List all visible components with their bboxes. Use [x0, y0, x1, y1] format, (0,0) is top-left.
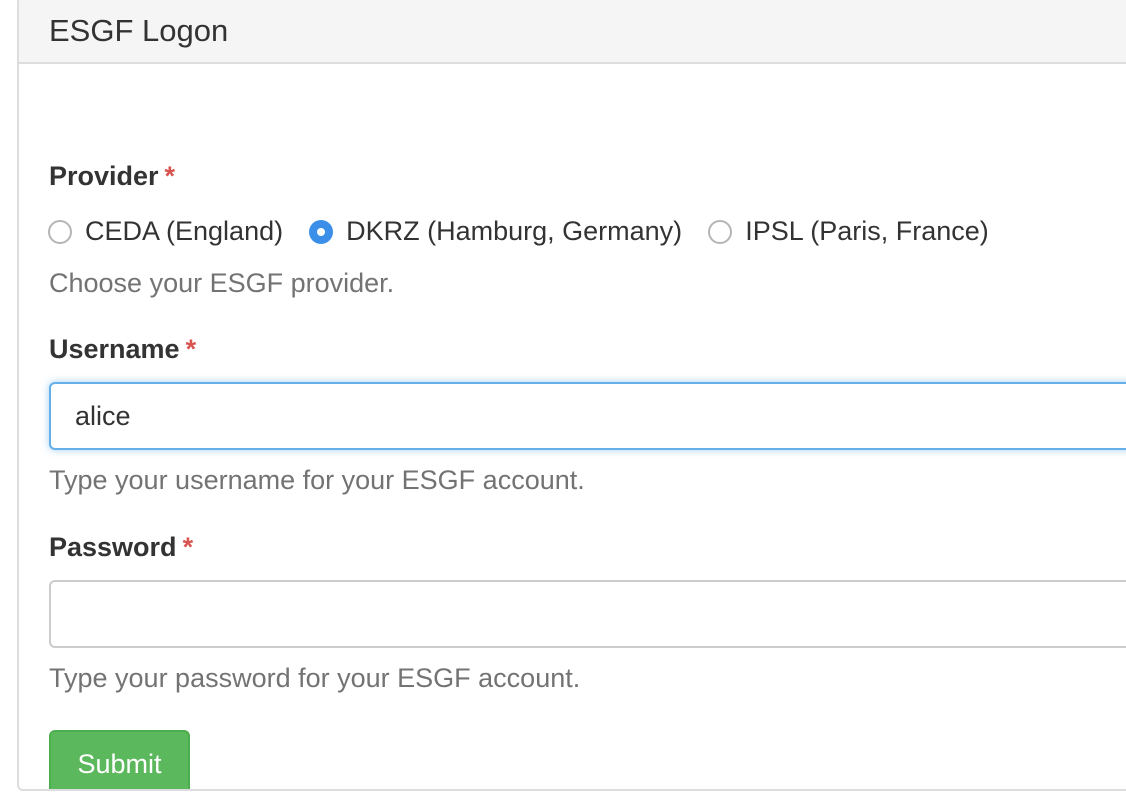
submit-button[interactable]: Submit — [49, 730, 190, 789]
provider-label-text: Provider — [49, 161, 159, 191]
page-title: ESGF Logon — [49, 13, 229, 48]
provider-label: Provider * — [49, 161, 175, 192]
logon-panel: ESGF Logon Provider * CEDA (England) DKRZ… — [17, 0, 1126, 791]
provider-option-dkrz[interactable]: DKRZ (Hamburg, Germany) — [309, 216, 682, 247]
password-label-text: Password — [49, 532, 177, 562]
radio-button-ceda[interactable] — [48, 219, 72, 244]
password-label: Password * — [49, 532, 193, 563]
provider-option-ipsl[interactable]: IPSL (Paris, France) — [708, 216, 989, 247]
username-label-text: Username — [49, 334, 180, 364]
provider-option-ceda[interactable]: CEDA (England) — [48, 216, 283, 247]
password-required-mark: * — [182, 532, 194, 562]
radio-button-dkrz[interactable] — [309, 219, 334, 244]
password-help-text: Type your password for your ESGF account… — [49, 663, 581, 693]
provider-required-mark: * — [164, 161, 176, 191]
username-required-mark: * — [185, 334, 197, 364]
username-label: Username * — [49, 334, 196, 365]
panel-heading: ESGF Logon — [19, 0, 1126, 64]
password-input[interactable] — [49, 580, 1126, 648]
provider-radio-group: CEDA (England) DKRZ (Hamburg, Germany) I… — [48, 216, 1015, 247]
provider-help-text: Choose your ESGF provider. — [49, 268, 395, 298]
provider-option-ipsl-label: IPSL (Paris, France) — [745, 216, 989, 246]
username-input[interactable] — [49, 382, 1126, 450]
username-help-text: Type your username for your ESGF account… — [49, 465, 585, 495]
radio-button-ipsl[interactable] — [708, 219, 733, 244]
provider-option-dkrz-label: DKRZ (Hamburg, Germany) — [346, 216, 683, 246]
provider-option-ceda-label: CEDA (England) — [85, 216, 284, 246]
